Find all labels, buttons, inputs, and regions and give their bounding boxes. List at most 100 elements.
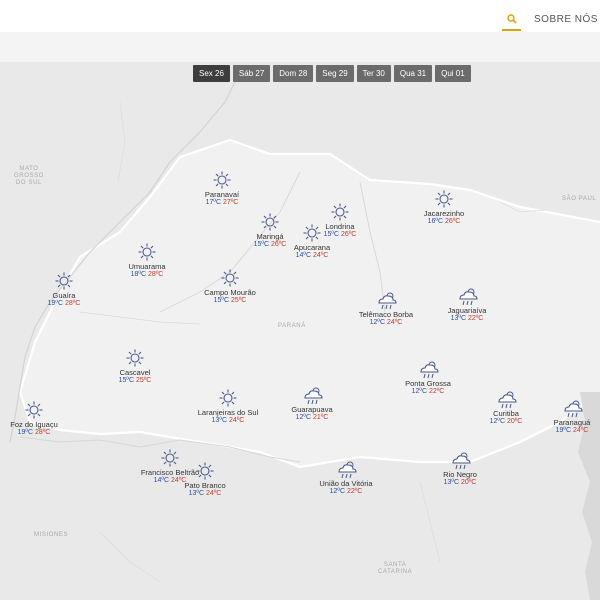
city-temps: 13ºC 22ºC — [427, 315, 507, 323]
city-name: Telêmaco Borba — [358, 310, 414, 319]
city-marker[interactable]: Ponta Grossa 12ºC 22ºC — [388, 359, 468, 396]
city-temps: 12ºC 22ºC — [306, 488, 386, 496]
weather-map[interactable]: MATO GROSSO DO SUL SÃO PAUL PARANÁ MISIO… — [0, 62, 600, 600]
day-tab-5[interactable]: Ter 30 — [356, 65, 391, 82]
city-temps: 12ºC 21ºC — [272, 414, 352, 422]
sun-icon — [55, 272, 73, 290]
top-bar: SOBRE NÓS — [0, 0, 600, 32]
city-name: Jacarezinho — [423, 209, 465, 218]
city-name: Foz do Iguaçu — [10, 420, 58, 429]
day-tab-6[interactable]: Qua 31 — [393, 65, 433, 82]
temp-max: 20ºC — [460, 479, 477, 486]
city-name: Campo Mourão — [204, 288, 256, 297]
label-santa-catarina: SANTA CATARINA — [378, 562, 413, 575]
temp-max: 24ºC — [386, 319, 403, 326]
cloud-rain-icon — [304, 387, 323, 405]
city-marker[interactable]: Paranaguá 19ºC 24ºC — [532, 398, 600, 435]
city-name: Cascavel — [119, 368, 151, 377]
city-marker[interactable]: Cascavel 15ºC 25ºC — [95, 348, 175, 385]
city-temps: 19ºC 28ºC — [24, 300, 104, 308]
city-marker[interactable]: Laranjeiras do Sul 13ºC 24ºC — [188, 388, 268, 425]
city-name: Jaguariaíva — [447, 306, 487, 315]
temp-min: 15ºC — [118, 377, 135, 384]
city-marker[interactable]: Pato Branco 13ºC 24ºC — [165, 461, 245, 498]
sun-icon — [331, 203, 349, 221]
city-name: Laranjeiras do Sul — [197, 408, 259, 417]
temp-min: 12ºC — [411, 388, 428, 395]
city-name: Ponta Grossa — [405, 379, 451, 388]
city-marker[interactable]: Jaguariaíva 13ºC 22ºC — [427, 286, 507, 323]
temp-max: 24ºC — [312, 252, 329, 259]
city-name: Paranavaí — [204, 190, 240, 199]
temp-max: 20ºC — [506, 418, 523, 425]
city-temps: 14ºC 24ºC — [272, 252, 352, 260]
city-name: União da Vitória — [319, 479, 373, 488]
city-marker[interactable]: Telêmaco Borba 12ºC 24ºC — [346, 290, 426, 327]
city-marker[interactable]: Paranavaí 17ºC 27ºC — [182, 170, 262, 207]
temp-max: 24ºC — [228, 417, 245, 424]
temp-min: 12ºC — [489, 418, 506, 425]
temp-max: 24ºC — [205, 490, 222, 497]
city-name: Umuarama — [128, 262, 166, 271]
city-temps: 16ºC 26ºC — [404, 218, 484, 226]
temp-min: 13ºC — [211, 417, 228, 424]
search-button[interactable] — [502, 8, 521, 31]
city-temps: 17ºC 27ºC — [182, 199, 262, 207]
city-marker[interactable]: Apucarana 14ºC 24ºC — [272, 223, 352, 260]
temp-min: 13ºC — [443, 479, 460, 486]
temp-min: 19ºC — [555, 427, 572, 434]
temp-min: 12ºC — [369, 319, 386, 326]
temp-max: 25ºC — [135, 377, 152, 384]
city-marker[interactable]: Rio Negro 13ºC 20ºC — [420, 450, 500, 487]
city-marker[interactable]: Campo Mourão 15ºC 25ºC — [190, 268, 270, 305]
city-name: Guarapuava — [291, 405, 333, 414]
city-temps: 13ºC 24ºC — [188, 417, 268, 425]
sun-icon — [25, 401, 43, 419]
sun-icon — [219, 389, 237, 407]
temp-min: 13ºC — [188, 490, 205, 497]
city-marker[interactable]: Guarapuava 12ºC 21ºC — [272, 385, 352, 422]
day-tab-2[interactable]: Sáb 27 — [232, 65, 271, 82]
temp-max: 22ºC — [346, 488, 363, 495]
city-temps: 12ºC 24ºC — [346, 319, 426, 327]
day-tab-1[interactable]: Sex 26 — [193, 65, 230, 82]
temp-min: 12ºC — [295, 414, 312, 421]
city-marker[interactable]: Foz do Iguaçu 19ºC 28ºC — [0, 400, 74, 437]
sub-bar — [0, 32, 600, 62]
temp-min: 19ºC — [47, 300, 64, 307]
temp-min: 15ºC — [253, 241, 270, 248]
city-temps: 13ºC 20ºC — [420, 479, 500, 487]
temp-min: 13ºC — [450, 315, 467, 322]
day-tab-3[interactable]: Dom 28 — [273, 65, 314, 82]
city-temps: 18ºC 28ºC — [107, 271, 187, 279]
cloud-rain-icon — [498, 391, 517, 409]
day-tab-7[interactable]: Qui 01 — [435, 65, 471, 82]
about-link[interactable]: SOBRE NÓS — [534, 14, 598, 25]
sun-icon — [126, 349, 144, 367]
sun-icon — [221, 269, 239, 287]
city-temps: 19ºC 24ºC — [532, 427, 600, 435]
cloud-rain-icon — [338, 461, 357, 479]
temp-max: 22ºC — [467, 315, 484, 322]
temp-max: 28ºC — [34, 429, 51, 436]
temp-min: 14ºC — [295, 252, 312, 259]
temp-max: 28ºC — [147, 271, 164, 278]
city-name: Paranaguá — [553, 418, 591, 427]
city-marker[interactable]: Jacarezinho 16ºC 26ºC — [404, 189, 484, 226]
temp-min: 18ºC — [130, 271, 147, 278]
city-temps: 19ºC 28ºC — [0, 429, 74, 437]
city-name: Rio Negro — [443, 470, 477, 479]
temp-max: 27ºC — [222, 199, 239, 206]
day-tab-4[interactable]: Seg 29 — [316, 65, 354, 82]
city-marker[interactable]: União da Vitória 12ºC 22ºC — [306, 459, 386, 496]
temp-min: 15ºC — [213, 297, 230, 304]
temp-max: 28ºC — [64, 300, 81, 307]
city-marker[interactable]: Guaíra 19ºC 28ºC — [24, 271, 104, 308]
cloud-rain-icon — [452, 452, 471, 470]
sun-icon — [213, 171, 231, 189]
city-marker[interactable]: Umuarama 18ºC 28ºC — [107, 242, 187, 279]
map-base — [0, 62, 600, 600]
city-name: Guaíra — [52, 291, 76, 300]
temp-max: 21ºC — [312, 414, 329, 421]
label-parana: PARANÁ — [278, 323, 306, 329]
